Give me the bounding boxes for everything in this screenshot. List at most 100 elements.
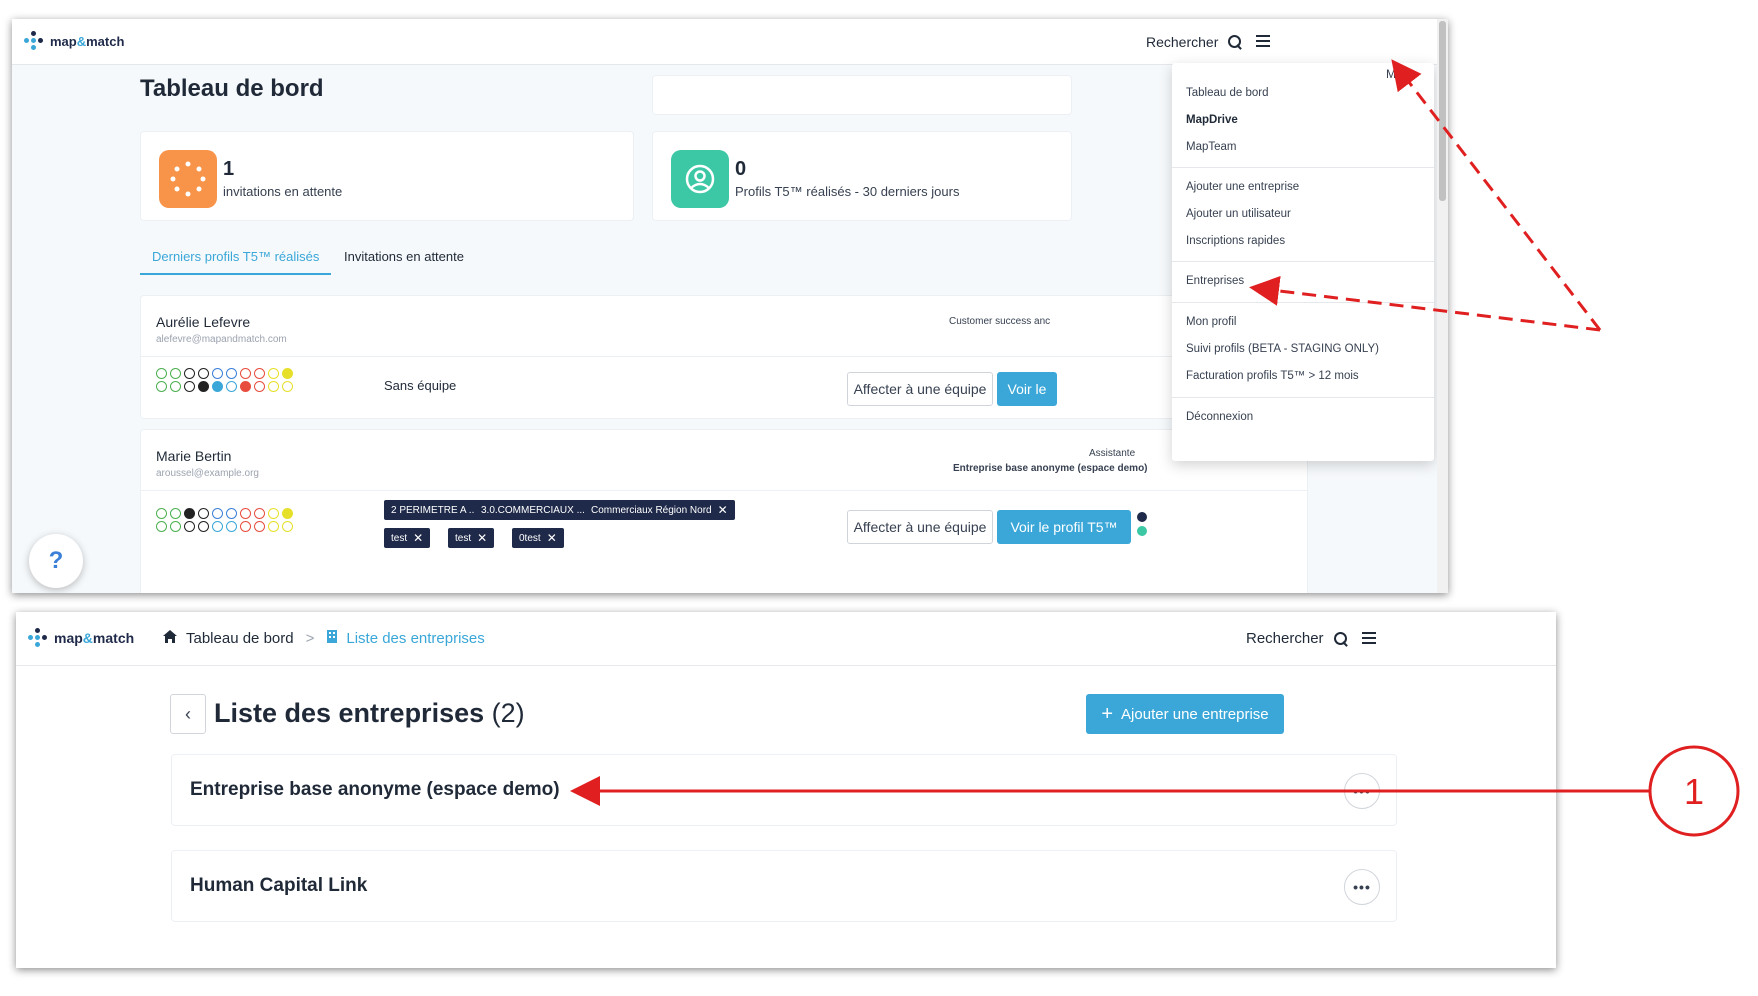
brand-amp: & [76,33,87,49]
stat-value: 1 [223,158,235,180]
menu-item-companies[interactable]: Entreprises [1186,275,1244,287]
tag-label: 2 PERIMETRE A ... [391,504,478,516]
t5-profile-circles [156,368,323,394]
brand-text-2: match [86,33,125,49]
company-card[interactable]: Human Capital Link ••• [171,850,1397,922]
profile-email: aroussel@example.org [156,468,259,479]
company-count: (2) [491,698,525,728]
brand-logo[interactable]: map&match [28,628,134,648]
stat-value: 0 [735,158,747,180]
more-options-icon[interactable]: ••• [1344,773,1380,809]
hamburger-menu-icon[interactable] [1256,35,1270,47]
main-menu-dropdown: Tableau de bord MapDrive MapTeam Ajouter… [1172,63,1434,461]
page-title: Tableau de bord [140,75,324,102]
brand-logo[interactable]: map&match [24,31,124,51]
status-icon [1137,526,1147,536]
tab-recent-profiles[interactable]: Derniers profils T5™ réalisés [140,249,332,275]
companies-screenshot: map&match Tableau de bord > Liste des en… [16,612,1556,968]
team-tag: test ✕ [384,528,431,548]
remove-tag-icon[interactable]: ✕ [718,503,728,517]
assign-team-button[interactable]: Affecter à une équipe [847,510,993,544]
view-profile-button[interactable]: Voir le [997,372,1057,406]
profile-row: Marie Bertin aroussel@example.org Assist… [140,429,1308,593]
menu-item-profile-tracking[interactable]: Suivi profils (BETA - STAGING ONLY) [1186,343,1379,355]
company-name[interactable]: Entreprise base anonyme (espace demo) [190,779,560,801]
assign-team-button[interactable]: Affecter à une équipe [847,372,993,406]
menu-item-dashboard[interactable]: Tableau de bord [1186,87,1268,99]
more-options-icon[interactable]: ••• [1344,869,1380,905]
menu-item-quick-signup[interactable]: Inscriptions rapides [1186,235,1285,247]
brand-text: map [50,33,77,49]
breadcrumb: Tableau de bord > Liste des entreprises [162,629,485,648]
profile-name: Marie Bertin [156,448,232,464]
team-tag: Commerciaux Région Nord ✕ [584,500,735,520]
callout-circle [1648,745,1740,837]
help-button[interactable]: ? [29,534,83,588]
breadcrumb-separator: > [305,630,315,647]
menu-item-billing[interactable]: Facturation profils T5™ > 12 mois [1186,370,1359,382]
stat-card-profiles: 0 Profils T5™ réalisés - 30 derniers jou… [652,131,1072,221]
page-title: Liste des entreprises (2) [214,698,525,729]
t5-profile-circles [156,508,323,534]
search-icon [1333,631,1348,646]
plus-icon: + [1101,702,1114,725]
company-card[interactable]: Entreprise base anonyme (espace demo) ••… [171,754,1397,826]
menu-tooltip: Menu [1382,65,1421,83]
team-tag: test ✕ [448,528,495,548]
hamburger-menu-icon[interactable] [1362,632,1376,644]
logo-icon [28,628,48,648]
dashboard-screenshot: map&match Rechercher Tableau de bord 1 i… [12,19,1448,593]
menu-item-add-user[interactable]: Ajouter un utilisateur [1186,208,1291,220]
team-label: Sans équipe [384,378,457,393]
breadcrumb-dashboard[interactable]: Tableau de bord [186,630,294,647]
remove-tag-icon[interactable]: ✕ [547,531,557,545]
profile-row: Aurélie Lefevre alefevre@mapandmatch.com… [140,295,1308,419]
logo-icon [24,31,44,51]
profile-role: Customer success anc [949,316,1051,327]
tag-label: Commerciaux Région Nord [591,504,712,516]
page-title-text: Liste des entreprises [214,698,485,728]
search-label: Rechercher [1246,630,1324,647]
add-company-button[interactable]: + Ajouter une entreprise [1086,694,1284,734]
view-profile-button[interactable]: Voir le profil T5™ [997,510,1131,544]
back-button[interactable]: ‹ [170,694,206,734]
search-button[interactable]: Rechercher [1246,630,1348,647]
stat-label: Profils T5™ réalisés - 30 derniers jours [735,184,960,199]
profile-role: Assistante [1089,448,1136,459]
menu-item-logout[interactable]: Déconnexion [1186,411,1253,423]
tag-label: 0test [519,532,541,544]
search-icon [1228,35,1242,49]
tag-label: 3.0.COMMERCIAUX ... [481,504,585,516]
menu-item-mapdrive[interactable]: MapDrive [1186,114,1238,126]
tag-label: test [455,532,472,544]
empty-card [652,75,1072,115]
team-tag: 2 PERIMETRE A ... [384,500,485,520]
breadcrumb-companies[interactable]: Liste des entreprises [346,630,484,647]
top-bar: map&match Rechercher [12,19,1448,65]
remove-tag-icon[interactable]: ✕ [413,531,423,545]
spinner-icon [159,150,217,208]
callout-number: 1 [1684,771,1704,812]
building-icon [326,629,338,648]
menu-item-mapteam[interactable]: MapTeam [1186,141,1237,153]
company-name[interactable]: Human Capital Link [190,875,367,897]
stat-label: invitations en attente [223,184,343,199]
add-company-label: Ajouter une entreprise [1121,705,1269,723]
team-tag: 0test ✕ [512,528,564,548]
menu-item-my-profile[interactable]: Mon profil [1186,316,1237,328]
profile-name: Aurélie Lefevre [156,314,251,330]
home-icon [162,629,178,648]
team-tag: 3.0.COMMERCIAUX ... [474,500,592,520]
brand-text: map [54,630,83,646]
tag-label: test [391,532,408,544]
tab-pending-invitations[interactable]: Invitations en attente [344,249,464,273]
remove-tag-icon[interactable]: ✕ [477,531,487,545]
search-label: Rechercher [1146,34,1219,50]
info-icon[interactable] [1137,512,1147,522]
search-button[interactable]: Rechercher [1146,34,1242,50]
stat-card-invitations: 1 invitations en attente [140,131,634,221]
scrollbar[interactable] [1437,19,1448,593]
menu-item-add-company[interactable]: Ajouter une entreprise [1186,181,1299,193]
profile-company: Entreprise base anonyme (espace demo) [953,463,1148,474]
user-circle-icon [671,150,729,208]
